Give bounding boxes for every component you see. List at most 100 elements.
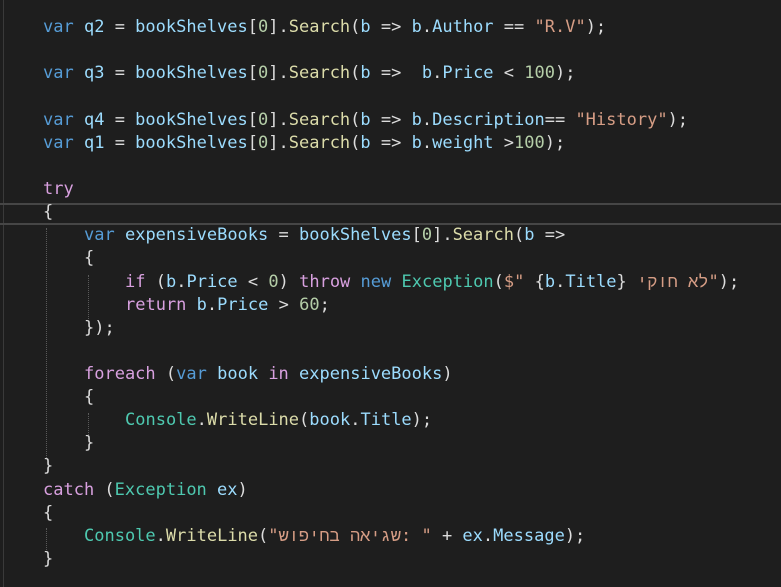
code-token: .	[421, 133, 433, 153]
code-token: var	[43, 63, 74, 83]
code-token: Search	[288, 63, 351, 83]
code-line[interactable]: Console.WriteLine("שגיאה בחיפוש: " + ex.…	[84, 525, 585, 548]
code-line[interactable]: {	[43, 502, 53, 525]
code-line[interactable]: }	[84, 432, 94, 455]
code-token: var	[43, 133, 74, 153]
code-token: [	[247, 17, 259, 37]
code-token: );	[585, 17, 607, 37]
code-token: ].	[432, 225, 453, 245]
code-line[interactable]: {	[43, 201, 53, 224]
code-token: 0	[421, 225, 433, 245]
code-line[interactable]: if (b.Price < 0) throw new Exception($" …	[125, 271, 739, 294]
code-token: throw	[299, 272, 351, 292]
code-token: }	[43, 549, 54, 569]
code-editor[interactable]: var q2 = bookShelves[0].Search(b => b.Au…	[0, 0, 781, 587]
code-token: Author	[432, 17, 494, 37]
code-token: foreach	[84, 364, 156, 384]
code-token: var	[43, 110, 74, 130]
code-token: Console	[84, 526, 156, 546]
code-line[interactable]: var expensiveBooks = bookShelves[0].Sear…	[84, 224, 565, 247]
code-token: (	[350, 110, 361, 130]
code-line[interactable]: {	[84, 386, 94, 409]
code-token: (	[258, 526, 269, 546]
code-token: Price	[442, 63, 494, 83]
code-token: 0	[258, 63, 269, 83]
code-token: )	[278, 272, 300, 292]
code-token: >	[268, 295, 300, 315]
code-token: =	[104, 17, 136, 37]
code-token: 100	[524, 63, 555, 83]
code-token: +	[431, 526, 463, 546]
code-token: 0	[258, 110, 269, 130]
code-token: });	[84, 318, 115, 338]
code-token: {	[43, 503, 54, 523]
code-token: )	[237, 480, 248, 500]
code-token: b	[524, 225, 535, 245]
code-token: =	[104, 63, 136, 83]
code-line[interactable]: var q2 = bookShelves[0].Search(b => b.Au…	[43, 16, 606, 39]
code-token: 60	[299, 295, 320, 315]
code-line[interactable]: catch (Exception ex)	[43, 479, 248, 502]
code-line[interactable]: }	[43, 548, 53, 571]
code-token: (	[94, 480, 115, 500]
code-line[interactable]: return b.Price > 60;	[125, 294, 330, 317]
code-token: b	[360, 110, 371, 130]
code-token: Message	[493, 526, 565, 546]
code-token: );	[554, 63, 576, 83]
code-token: q4	[83, 110, 105, 130]
code-token: ex	[462, 526, 483, 546]
code-token: =>	[370, 133, 412, 153]
code-token: (	[299, 410, 310, 430]
code-token: );	[544, 133, 566, 153]
code-token: "שגיאה בחיפוש: "	[268, 526, 432, 546]
code-token: bookShelves	[135, 133, 248, 153]
code-token: Title	[360, 410, 412, 430]
code-line[interactable]: var q1 = bookShelves[0].Search(b => b.we…	[43, 132, 565, 155]
code-token: weight	[432, 133, 494, 153]
code-token: .	[432, 63, 443, 83]
code-token: b	[360, 17, 371, 37]
code-line[interactable]: Console.WriteLine(book.Title);	[125, 409, 432, 432]
code-token: Search	[288, 17, 351, 37]
code-token: b	[360, 133, 371, 153]
code-line[interactable]: }	[43, 455, 53, 478]
code-token: var	[84, 225, 115, 245]
code-token: if	[125, 272, 146, 292]
code-token: var	[43, 17, 74, 37]
code-token: }	[43, 456, 54, 476]
code-line[interactable]: var q3 = bookShelves[0].Search(b => b.Pr…	[43, 62, 575, 85]
code-token: ].	[268, 17, 289, 37]
code-token: .	[155, 526, 166, 546]
code-line[interactable]: {	[84, 247, 94, 270]
current-line-highlight	[0, 203, 781, 225]
code-token: .	[196, 410, 207, 430]
code-token: q1	[83, 133, 105, 153]
code-token: Search	[288, 133, 351, 153]
code-token: Description	[432, 110, 545, 130]
code-token: {	[84, 387, 95, 407]
code-token: in	[268, 364, 289, 384]
code-line[interactable]: var q4 = bookShelves[0].Search(b => b.De…	[43, 109, 688, 132]
code-token: (	[155, 364, 177, 384]
code-token: b	[411, 17, 422, 37]
code-line[interactable]: });	[84, 317, 115, 340]
code-token: .	[555, 272, 566, 292]
code-token: b	[196, 295, 207, 315]
code-token: ].	[268, 133, 289, 153]
code-line[interactable]: try	[43, 178, 74, 201]
code-token: b	[411, 110, 422, 130]
code-token: return	[125, 295, 187, 315]
code-token: ==	[493, 17, 535, 37]
code-token: b	[411, 133, 422, 153]
code-token: =>	[534, 225, 566, 245]
code-token: var	[176, 364, 207, 384]
code-token: (	[145, 272, 166, 292]
code-token: expensiveBooks	[124, 225, 269, 245]
code-line[interactable]: foreach (var book in expensiveBooks)	[84, 363, 453, 386]
indent-guide	[46, 228, 47, 458]
code-token: Exception	[114, 480, 207, 500]
